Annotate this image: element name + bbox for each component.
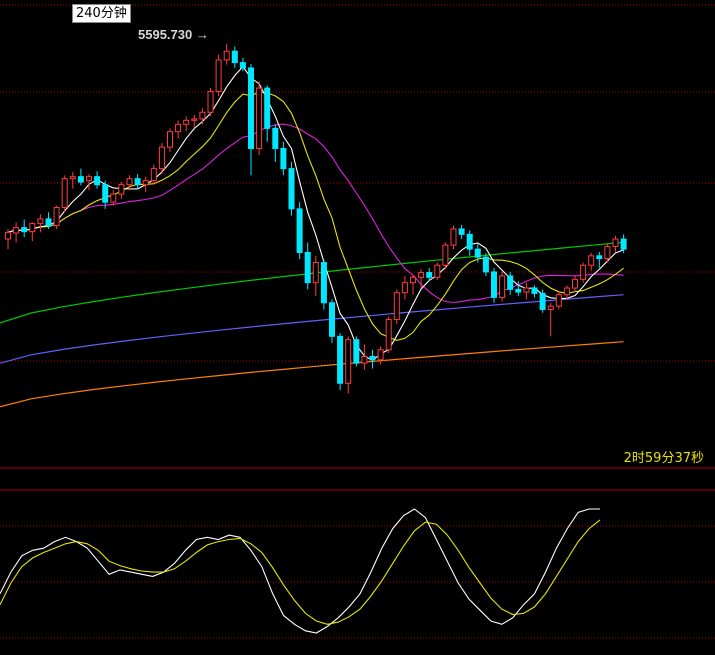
- candle-body: [329, 302, 335, 337]
- candle-body: [150, 168, 157, 182]
- candle-body: [442, 244, 449, 266]
- candle-body: [353, 339, 360, 364]
- candle-body: [77, 176, 84, 183]
- candle-body: [588, 255, 595, 266]
- candle-body: [572, 278, 578, 289]
- candle-body: [547, 305, 554, 310]
- candle-body: [458, 228, 465, 235]
- period-selector[interactable]: 240分钟: [72, 4, 131, 23]
- ma5-line: [7, 65, 624, 362]
- candle-body: [482, 256, 489, 273]
- candle-body: [596, 255, 603, 260]
- candle-body: [531, 287, 538, 294]
- candle-body: [126, 178, 133, 186]
- candle-body: [337, 335, 344, 384]
- candle-body: [410, 276, 416, 284]
- candle-body: [167, 131, 173, 148]
- candle-body: [612, 238, 619, 247]
- candle-body: [264, 87, 271, 129]
- candle-body: [320, 262, 327, 304]
- candle-body: [223, 50, 230, 61]
- candle-body: [580, 264, 587, 280]
- candle-body: [450, 228, 457, 246]
- candle-body: [215, 59, 222, 92]
- ma120-line: [0, 294, 624, 364]
- candle-body: [418, 272, 425, 278]
- candle-body: [491, 271, 497, 298]
- candle-body: [385, 319, 392, 351]
- candle-body: [393, 292, 400, 321]
- candle-body: [345, 339, 352, 384]
- candle-body: [110, 193, 117, 203]
- candle-body: [312, 262, 319, 284]
- candle-body: [61, 178, 68, 209]
- candle-body: [304, 251, 311, 284]
- candle-body: [5, 231, 11, 240]
- ma60-line: [0, 241, 624, 324]
- candle-body: [563, 287, 570, 296]
- kline-chart-window: 240分钟 5595.730 → 2时59分37秒: [0, 0, 715, 655]
- candle-body: [239, 62, 246, 69]
- candle-body: [434, 264, 441, 278]
- candle-body: [191, 118, 198, 121]
- candle-body: [21, 227, 28, 233]
- candle-body: [539, 292, 546, 310]
- candle-body: [102, 184, 109, 203]
- candle-body: [555, 294, 562, 307]
- ma250-line: [0, 341, 624, 408]
- candle-body: [369, 355, 376, 361]
- candle-body: [183, 119, 190, 125]
- oscillator-d-line: [0, 519, 601, 625]
- candle-body: [296, 208, 303, 253]
- oscillator-k-line: [0, 508, 600, 634]
- peak-arrow-icon: →: [195, 27, 209, 42]
- candle-body: [426, 272, 433, 278]
- candle-body: [620, 238, 627, 250]
- candle-body: [361, 355, 368, 364]
- candle-body: [377, 349, 384, 361]
- candle-body: [474, 248, 481, 258]
- candle-body: [13, 227, 20, 234]
- candle-body: [53, 207, 60, 227]
- candle-body: [288, 168, 295, 210]
- candle-body: [175, 123, 182, 133]
- candle-body: [401, 282, 408, 294]
- candle-body: [207, 90, 214, 113]
- bar-countdown: 2时59分37秒: [623, 451, 704, 466]
- candlestick-chart: [0, 4, 715, 639]
- candle-body: [523, 287, 530, 293]
- candle-body: [604, 245, 611, 260]
- candle-body: [499, 275, 506, 298]
- candle-body: [134, 178, 141, 186]
- ma10-line: [7, 91, 624, 341]
- candle-body: [142, 180, 149, 186]
- candle-body: [158, 146, 165, 170]
- candle-body: [29, 223, 36, 233]
- candle-body: [280, 147, 287, 170]
- candle-body: [199, 111, 206, 120]
- candle-body: [515, 288, 522, 293]
- candle-body: [256, 87, 263, 149]
- candle-body: [94, 176, 101, 186]
- candle-body: [231, 50, 238, 64]
- candle-body: [69, 176, 76, 180]
- candle-body: [45, 218, 52, 227]
- candle-body: [272, 127, 279, 149]
- candle-body: [37, 218, 44, 225]
- candle-body: [466, 233, 473, 250]
- peak-price-value: 5595.730: [138, 27, 193, 42]
- candle-body: [118, 184, 125, 195]
- candle-body: [248, 67, 254, 149]
- candle-body: [507, 275, 514, 290]
- peak-price-annotation: 5595.730 →: [138, 27, 209, 42]
- candle-body: [86, 176, 92, 182]
